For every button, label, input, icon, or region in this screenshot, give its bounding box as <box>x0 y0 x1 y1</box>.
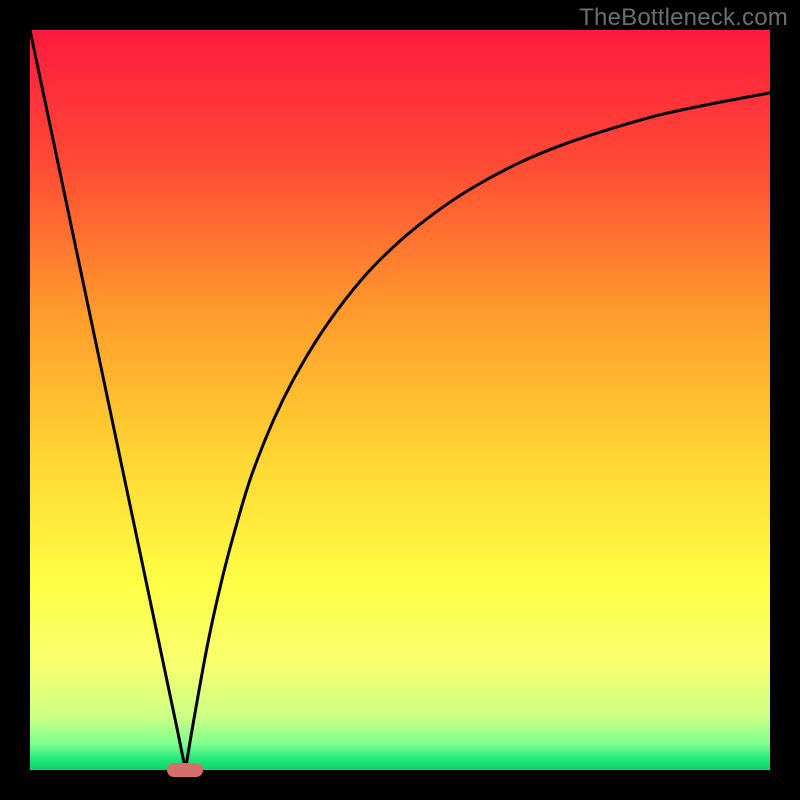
chart-background <box>30 30 770 770</box>
bottleneck-marker <box>167 763 203 777</box>
page-root: TheBottleneck.com <box>0 0 800 800</box>
watermark-text: TheBottleneck.com <box>579 4 788 32</box>
chart-svg <box>30 30 770 770</box>
chart-area <box>30 30 770 770</box>
